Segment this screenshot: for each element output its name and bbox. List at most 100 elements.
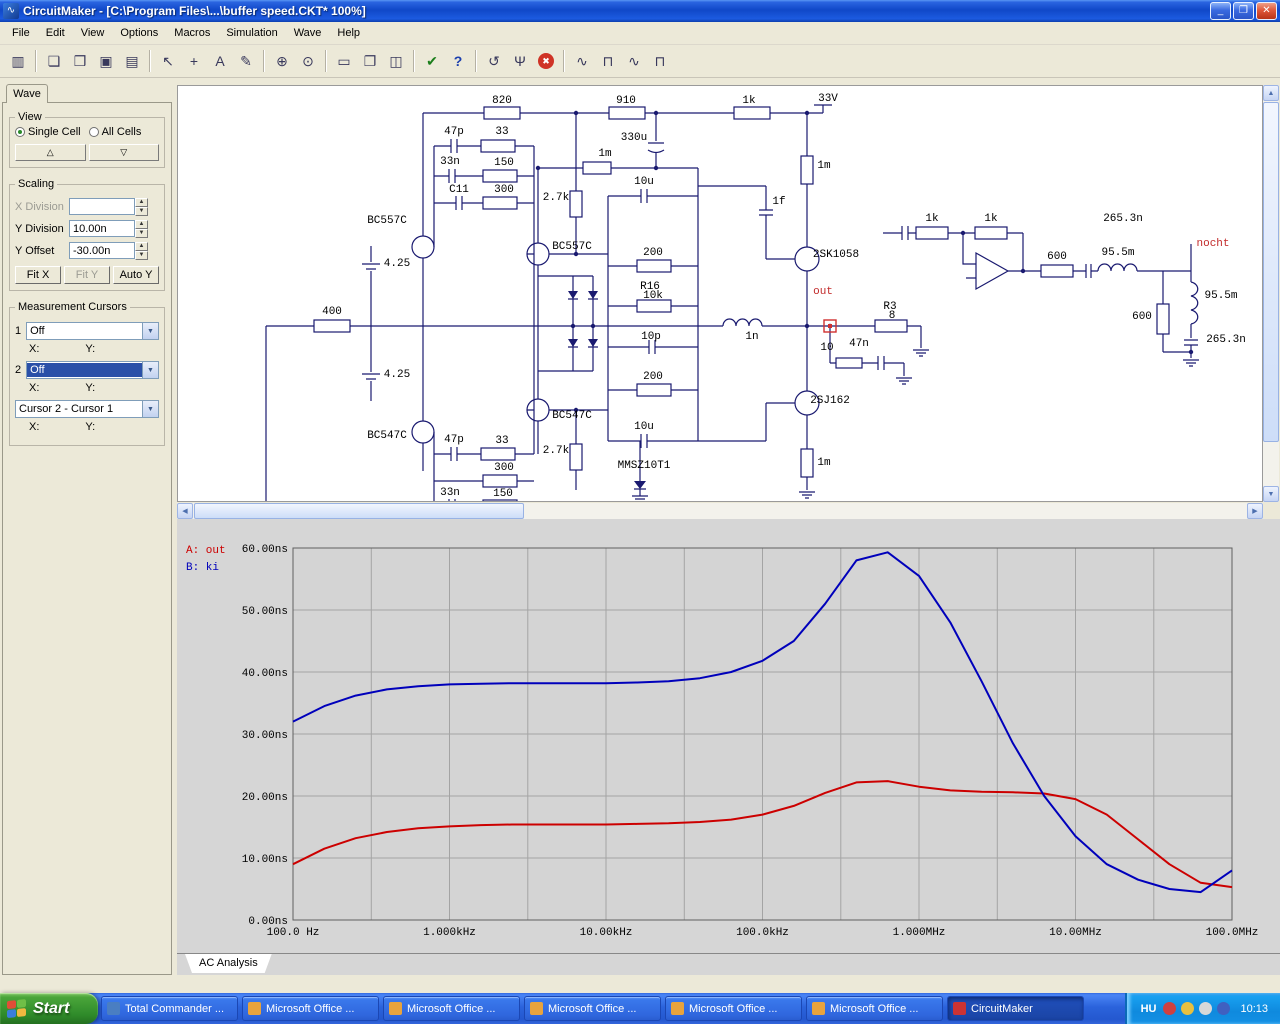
split-window-button[interactable]: ◫ xyxy=(384,49,408,73)
single-cell-radio[interactable]: Single Cell xyxy=(15,126,81,138)
wave-up-button[interactable]: △ xyxy=(15,144,86,161)
close-button[interactable]: ✕ xyxy=(1256,2,1277,20)
save-button[interactable]: ▣ xyxy=(94,49,118,73)
menu-item-options[interactable]: Options xyxy=(112,23,166,43)
open-file-button[interactable]: ❒ xyxy=(68,49,92,73)
wave-panel: Wave View Single Cell All Cells △ ▽ Scal… xyxy=(2,84,172,975)
schematic-area[interactable]: 820 910 1k 33V 47p 33 33n 150 C11 300 1m 330u 10u 2.7… xyxy=(177,85,1263,502)
x-division-spinner[interactable]: ▲ ▼ xyxy=(135,198,148,216)
check-simulate-button[interactable]: ✔ xyxy=(420,49,444,73)
y-division-input[interactable] xyxy=(69,220,135,237)
wave-down-button[interactable]: ▽ xyxy=(88,144,159,161)
start-button[interactable]: Start xyxy=(0,993,98,1024)
task-office-4-icon xyxy=(671,1002,684,1015)
reset-button[interactable]: ↺ xyxy=(482,49,506,73)
schematic-horizontal-scrollbar[interactable]: ◀ ▶ xyxy=(177,503,1263,519)
chevron-down-icon[interactable]: ▼ xyxy=(142,362,158,378)
task-office-3[interactable]: Microsoft Office ... xyxy=(524,996,661,1021)
y-offset-spinner[interactable]: ▲ ▼ xyxy=(135,242,148,260)
menu-item-edit[interactable]: Edit xyxy=(38,23,73,43)
probe-tool-button[interactable]: Ψ xyxy=(508,49,532,73)
y-offset-input[interactable] xyxy=(69,242,135,259)
cursor-tool-button[interactable]: ↖ xyxy=(156,49,180,73)
task-button-label: Microsoft Office ... xyxy=(689,1002,778,1015)
tray-icon-yellow[interactable] xyxy=(1181,1002,1195,1015)
cursor-diff-select[interactable]: Cursor 2 - Cursor 1 ▼ xyxy=(15,400,159,418)
x-tick: 100.0kHz xyxy=(736,927,789,939)
parts-bin-button[interactable]: ▥ xyxy=(6,49,30,73)
task-total-commander[interactable]: Total Commander ... xyxy=(101,996,238,1021)
xy-scope-button[interactable]: ∿ xyxy=(622,49,646,73)
menu-item-macros[interactable]: Macros xyxy=(166,23,218,43)
minimize-button[interactable]: _ xyxy=(1210,2,1231,20)
language-indicator[interactable]: HU xyxy=(1141,1003,1157,1015)
vertical-scroll-thumb[interactable] xyxy=(1263,102,1279,442)
menu-item-file[interactable]: File xyxy=(4,23,38,43)
digital-scope-button[interactable]: ⊓ xyxy=(596,49,620,73)
task-office-1[interactable]: Microsoft Office ... xyxy=(242,996,379,1021)
xy-scope-icon: ∿ xyxy=(628,52,640,69)
component-label: 400 xyxy=(322,306,342,318)
zoom-in-button[interactable]: ⊕ xyxy=(270,49,294,73)
scroll-up-icon[interactable]: ▲ xyxy=(1263,85,1279,101)
windows-flag-icon xyxy=(7,999,27,1019)
component-label: 265.3n xyxy=(1103,213,1143,225)
cursor1-value: Off xyxy=(30,325,45,337)
fit-x-button[interactable]: Fit X xyxy=(15,266,61,284)
cursor2-select[interactable]: Off ▼ xyxy=(26,361,159,379)
restore-button[interactable]: ❐ xyxy=(1233,2,1254,20)
zoom-in-icon: ⊕ xyxy=(276,52,288,69)
place-part-button[interactable]: + xyxy=(182,49,206,73)
cursor-diff-value: Cursor 2 - Cursor 1 xyxy=(19,403,114,415)
component-label: BC547C xyxy=(367,430,407,442)
tray-icon-gray[interactable] xyxy=(1199,1002,1213,1015)
task-office-5[interactable]: Microsoft Office ... xyxy=(806,996,943,1021)
task-office-2[interactable]: Microsoft Office ... xyxy=(383,996,520,1021)
menu-item-view[interactable]: View xyxy=(73,23,113,43)
print-button[interactable]: ▤ xyxy=(120,49,144,73)
cursor1-select[interactable]: Off ▼ xyxy=(26,322,159,340)
scroll-right-icon[interactable]: ▶ xyxy=(1247,503,1263,519)
menu-item-simulation[interactable]: Simulation xyxy=(218,23,285,43)
tab-wave[interactable]: Wave xyxy=(6,84,48,103)
mixed-scope-button[interactable]: ⊓ xyxy=(648,49,672,73)
component-label: BC557C xyxy=(367,215,407,227)
taskbar-clock[interactable]: 10:13 xyxy=(1240,1003,1268,1015)
stop-simulation-button[interactable]: ✖ xyxy=(534,49,558,73)
all-cells-radio[interactable]: All Cells xyxy=(88,126,141,138)
schematic-vertical-scrollbar[interactable]: ▲ ▼ xyxy=(1263,85,1279,502)
auto-y-button[interactable]: Auto Y xyxy=(113,266,159,284)
component-label: 2SK1058 xyxy=(812,249,860,261)
fit-y-button[interactable]: Fit Y xyxy=(64,266,110,284)
chevron-down-icon[interactable]: ▼ xyxy=(142,323,158,339)
sheet-view-button[interactable]: ▭ xyxy=(332,49,356,73)
component-label: BC547C xyxy=(552,410,592,422)
waveform-canvas[interactable]: 60.00ns 50.00ns 40.00ns 30.00ns 20.00ns 10.00… xyxy=(177,519,1280,953)
text-tool-button[interactable]: A xyxy=(208,49,232,73)
tray-icon-blue[interactable] xyxy=(1217,1002,1231,1015)
new-file-button[interactable]: ❏ xyxy=(42,49,66,73)
zoom-area-button[interactable]: ⊙ xyxy=(296,49,320,73)
scaling-group: Scaling X Division ▲▼ Y Division ▲▼ Y Of… xyxy=(9,178,165,291)
menu-item-help[interactable]: Help xyxy=(329,23,368,43)
component-label: 33 xyxy=(495,435,509,447)
cursor-diff-y-label: Y: xyxy=(85,421,96,433)
task-circuitmaker[interactable]: CircuitMaker xyxy=(947,996,1084,1021)
scroll-left-icon[interactable]: ◀ xyxy=(177,503,193,519)
chevron-down-icon[interactable]: ▼ xyxy=(142,401,158,417)
tab-ac-analysis[interactable]: AC Analysis xyxy=(185,954,272,973)
analog-scope-button[interactable]: ∿ xyxy=(570,49,594,73)
copy-clipboard-button[interactable]: ❐ xyxy=(358,49,382,73)
task-office-4[interactable]: Microsoft Office ... xyxy=(665,996,802,1021)
wire-tool-button[interactable]: ✎ xyxy=(234,49,258,73)
component-label: 330u xyxy=(620,132,648,144)
toolbar-separator xyxy=(263,50,265,72)
schematic-canvas[interactable] xyxy=(178,86,1263,502)
help-button[interactable]: ? xyxy=(446,49,470,73)
menu-item-wave[interactable]: Wave xyxy=(286,23,330,43)
tray-icon-red[interactable] xyxy=(1163,1002,1177,1015)
x-division-input[interactable] xyxy=(69,198,135,215)
scroll-down-icon[interactable]: ▼ xyxy=(1263,486,1279,502)
horizontal-scroll-thumb[interactable] xyxy=(194,503,524,519)
y-division-spinner[interactable]: ▲ ▼ xyxy=(135,220,148,238)
